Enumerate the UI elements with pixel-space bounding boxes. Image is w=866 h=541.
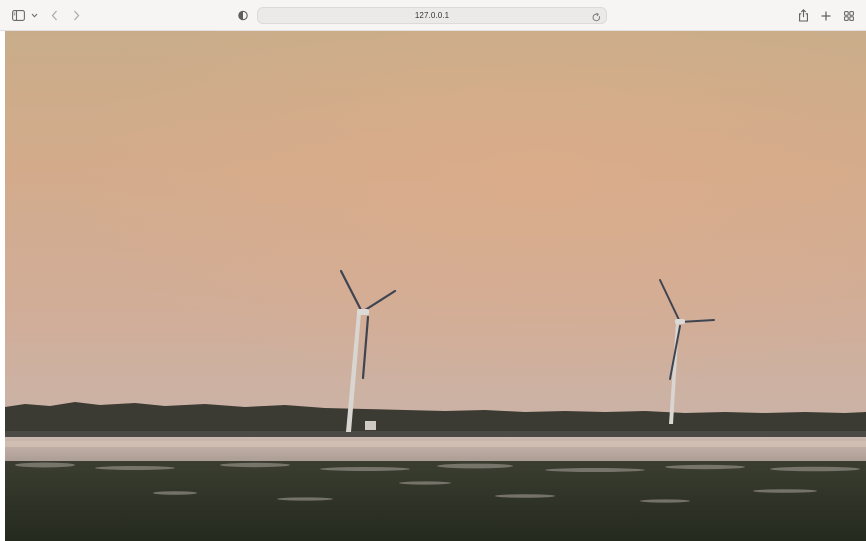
water-reflection [5, 441, 866, 447]
new-tab-button[interactable] [820, 9, 832, 22]
sidebar-menu-button[interactable] [30, 11, 38, 19]
page-content [5, 31, 866, 541]
share-icon [798, 8, 809, 22]
chevron-down-icon [31, 13, 38, 18]
back-button[interactable] [49, 9, 59, 22]
sidebar-toggle-button[interactable] [11, 9, 25, 22]
tab-overview-button[interactable] [843, 9, 855, 22]
grid-icon [844, 10, 854, 21]
chevron-left-icon [51, 10, 58, 21]
shield-icon [238, 10, 248, 21]
sidebar-icon [11, 10, 25, 21]
reload-icon[interactable] [591, 10, 602, 22]
address-text: 127.0.0.1 [414, 11, 450, 20]
browser-toolbar: 127.0.0.1 [0, 0, 866, 31]
turbine-right-nacelle [675, 319, 685, 324]
sky-glow [5, 31, 866, 421]
shore-strip [5, 431, 866, 438]
chevron-right-icon [73, 10, 80, 21]
forward-button[interactable] [71, 9, 81, 22]
turbine-left-nacelle [357, 309, 369, 315]
wind-turbine-photo [5, 31, 866, 541]
address-bar[interactable]: 127.0.0.1 [257, 7, 607, 24]
turbine-left-hut [365, 421, 376, 430]
share-button[interactable] [797, 8, 810, 22]
plus-icon [821, 11, 831, 21]
mudflat [5, 461, 866, 541]
privacy-report-button[interactable] [237, 9, 249, 22]
